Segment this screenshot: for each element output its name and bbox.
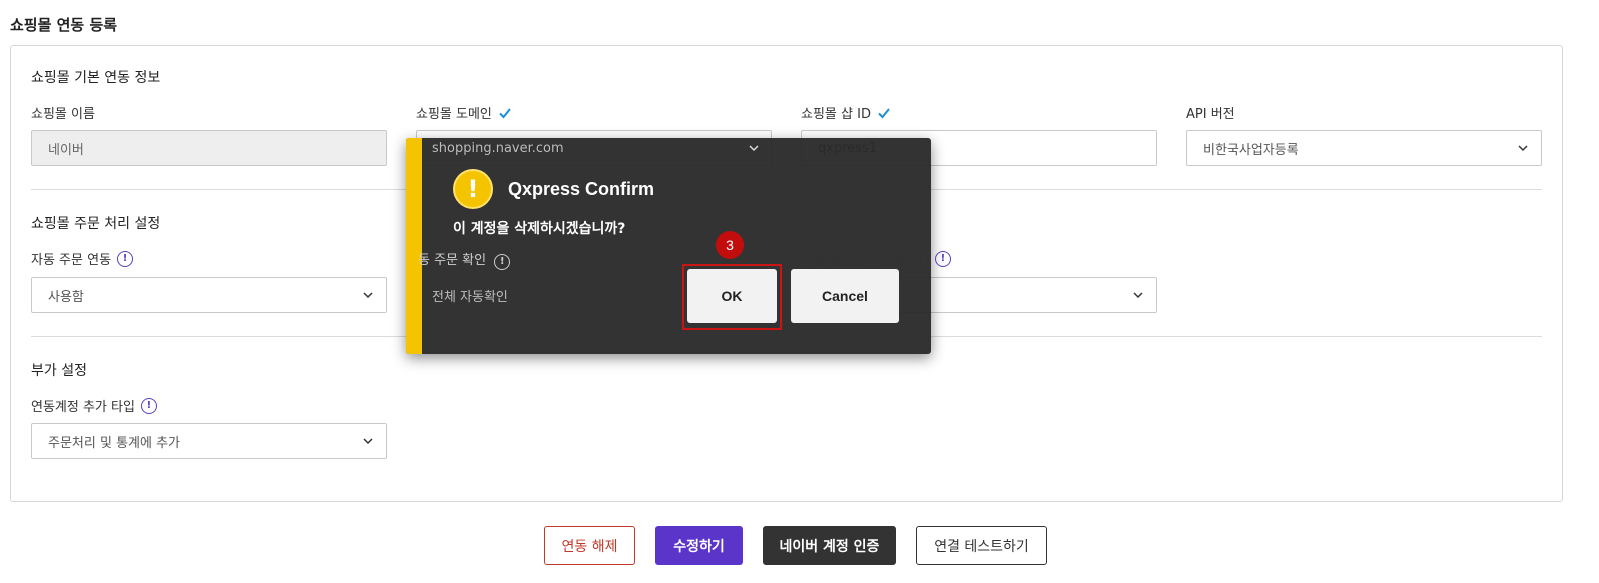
ok-button[interactable]: OK bbox=[687, 269, 777, 323]
page-title: 쇼핑몰 연동 등록 bbox=[10, 16, 118, 34]
mall-name-label-text: 쇼핑몰 이름 bbox=[31, 107, 95, 122]
auto-link-label: 자동 주문 연동 ! bbox=[31, 249, 134, 268]
mall-name-label: 쇼핑몰 이름 bbox=[31, 103, 95, 122]
connection-test-button[interactable]: 연결 테스트하기 bbox=[916, 526, 1047, 565]
section-title-extra: 부가 설정 bbox=[31, 363, 87, 379]
mall-domain-label-text: 쇼핑몰 도메인 bbox=[416, 107, 492, 122]
auto-link-value: 사용함 bbox=[48, 289, 84, 305]
naver-auth-button[interactable]: 네이버 계정 인증 bbox=[763, 526, 896, 565]
ghost-auto-confirm-label-text: 동 주문 확인 bbox=[418, 253, 487, 268]
api-version-label: API 버전 bbox=[1186, 103, 1235, 122]
ghost-auto-confirm-value: 전체 자동확인 bbox=[432, 290, 508, 305]
ghost-auto-confirm-label: 동 주문 확인 ! bbox=[418, 249, 511, 270]
mall-name-field: 네이버 bbox=[31, 130, 387, 166]
api-version-label-text: API 버전 bbox=[1186, 107, 1235, 122]
chevron-down-icon bbox=[1518, 145, 1528, 152]
disconnect-button[interactable]: 연동 해제 bbox=[544, 526, 635, 565]
dialog-accent-bar bbox=[406, 138, 422, 354]
shop-id-label: 쇼핑몰 샵 ID bbox=[801, 103, 891, 122]
auto-link-select[interactable]: 사용함 bbox=[31, 277, 387, 313]
info-icon[interactable]: ! bbox=[934, 250, 951, 267]
cancel-button[interactable]: Cancel bbox=[791, 269, 899, 323]
section-title-basic: 쇼핑몰 기본 연동 정보 bbox=[31, 70, 161, 86]
ghost-domain-value: shopping.naver.com bbox=[432, 141, 564, 156]
mall-domain-label: 쇼핑몰 도메인 bbox=[416, 103, 512, 122]
auto-link-label-text: 자동 주문 연동 bbox=[31, 253, 112, 268]
dialog-message: 이 계정을 삭제하시겠습니까? bbox=[453, 221, 626, 237]
mall-name-value: 네이버 bbox=[48, 142, 84, 158]
account-type-label: 연동계정 추가 타입 ! bbox=[31, 396, 157, 415]
verified-check-icon bbox=[878, 107, 890, 118]
warning-icon: ! bbox=[453, 169, 493, 209]
info-icon[interactable]: ! bbox=[117, 250, 134, 267]
chevron-down-icon bbox=[363, 292, 373, 299]
chevron-down-icon bbox=[1133, 292, 1143, 299]
account-type-select[interactable]: 주문처리 및 통계에 추가 bbox=[31, 423, 387, 459]
section-title-order: 쇼핑몰 주문 처리 설정 bbox=[31, 216, 161, 232]
info-icon: ! bbox=[494, 254, 511, 270]
account-type-value: 주문처리 및 통계에 추가 bbox=[48, 435, 180, 451]
verified-check-icon bbox=[499, 107, 511, 118]
shop-id-label-text: 쇼핑몰 샵 ID bbox=[801, 107, 871, 122]
dialog-title: Qxpress Confirm bbox=[508, 179, 655, 199]
edit-button[interactable]: 수정하기 bbox=[655, 526, 743, 565]
auto-fulfillment-label-visible: 자동 풀필먼트 출하지시 ! bbox=[801, 249, 951, 268]
auto-fulfillment-label-text: 자동 풀필먼트 출하지시 bbox=[801, 253, 929, 268]
api-version-value: 비한국사업자등록 bbox=[1203, 142, 1299, 158]
confirm-dialog: shopping.naver.com 동 주문 확인 ! 전체 자동확인 ! Q… bbox=[406, 138, 931, 354]
account-type-label-text: 연동계정 추가 타입 bbox=[31, 400, 135, 415]
chevron-down-icon bbox=[749, 145, 759, 152]
api-version-select[interactable]: 비한국사업자등록 bbox=[1186, 130, 1542, 166]
chevron-down-icon bbox=[363, 438, 373, 445]
info-icon[interactable]: ! bbox=[140, 397, 157, 414]
step-badge: 3 bbox=[716, 231, 744, 259]
